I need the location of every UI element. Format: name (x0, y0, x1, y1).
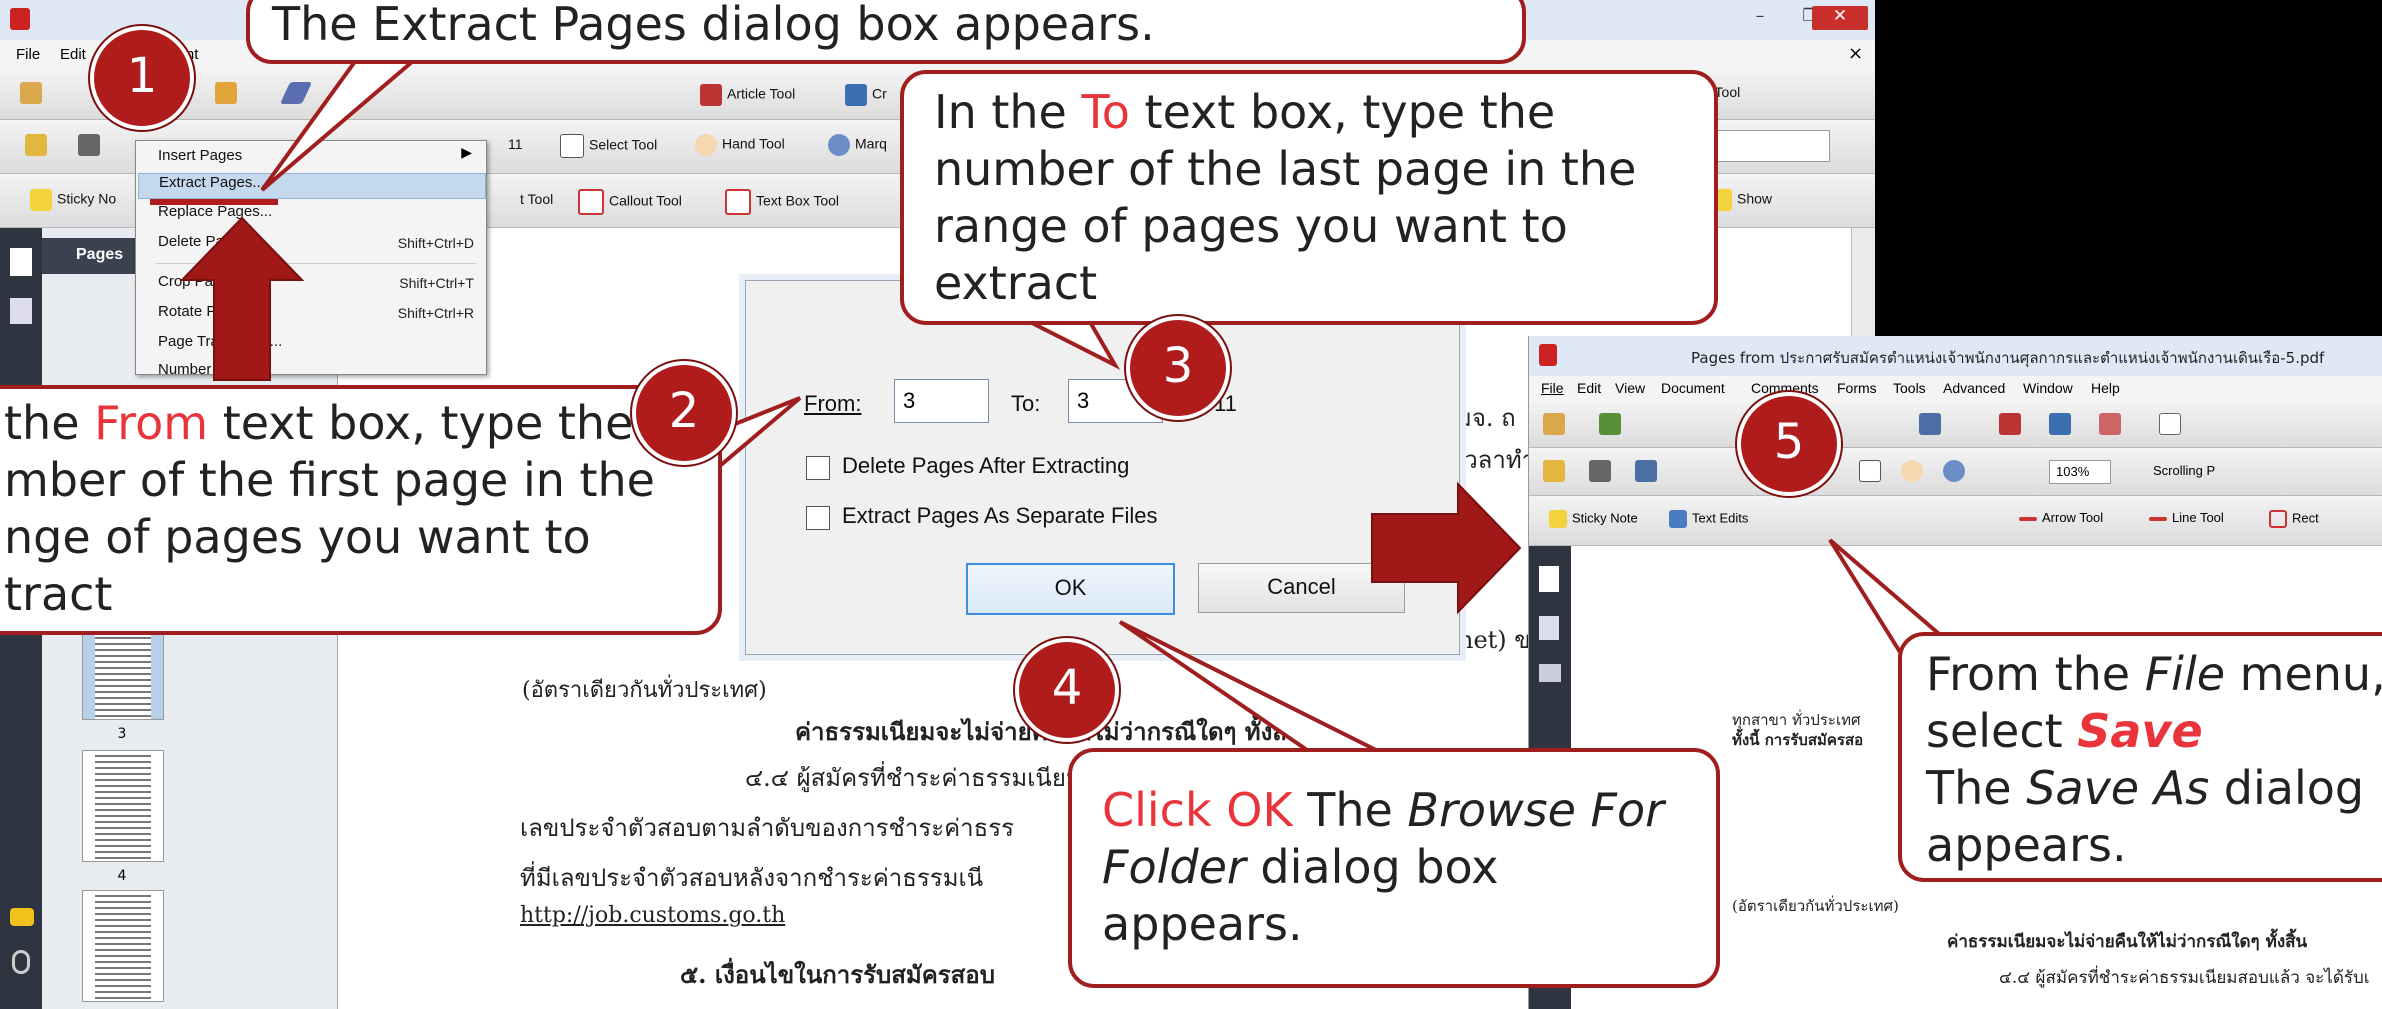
callout-3-line-2: number of the last page in the (934, 142, 1637, 196)
callout-5-highlight: Save (2077, 704, 2203, 758)
callout-3-line-3: range of pages you want to (934, 199, 1568, 253)
step-badge-5: 5 (1737, 392, 1841, 496)
callout-5-text: menu, (2225, 647, 2382, 701)
callout-5-text: select (1926, 704, 2078, 758)
callout-5-line-4: appears. (1926, 818, 2127, 872)
callout-5: From the File menu, select Save The Save… (1898, 632, 2382, 882)
callout-5-text: The (1926, 761, 2027, 815)
callout-5-italic: File (2144, 647, 2226, 701)
callout-2-line-1: the From text box, type the (4, 395, 633, 452)
callout-2-highlight: From (94, 396, 209, 450)
callout-4-line-3: appears. (1102, 897, 1303, 951)
callout-5-italic: Save As (2026, 761, 2210, 815)
callout-4-italic: Browse For (1407, 783, 1665, 837)
callout-1-text: The Extract Pages dialog box appears. (272, 0, 1155, 51)
callout-5-text: From the (1926, 647, 2145, 701)
step-badge-3: 3 (1126, 316, 1230, 420)
step-badge-1: 1 (90, 26, 194, 130)
up-arrow-icon (179, 216, 305, 381)
callout-4: Click OK The Browse For Folder dialog bo… (1068, 748, 1720, 988)
callout-1: The Extract Pages dialog box appears. (246, 0, 1526, 64)
callout-2-line-2: mber of the first page in the (4, 453, 655, 507)
callout-4-text: The (1292, 783, 1408, 837)
callout-3-pointer (1029, 320, 1121, 370)
callout-2-text: the (4, 396, 95, 450)
callout-3-highlight: To (1081, 85, 1130, 139)
callout-4-text: dialog box (1245, 840, 1499, 894)
step-badge-2: 2 (632, 361, 736, 465)
callout-3-line-1: In the To text box, type the (934, 84, 1555, 141)
callout-2-line-4: tract (4, 567, 113, 621)
callout-3-text: text box, type the (1129, 85, 1556, 139)
callout-4-pointer (1118, 620, 1381, 754)
callout-5-line-1: From the File menu, (1926, 646, 2382, 703)
callout-5-line-3: The Save As dialog (1926, 760, 2364, 817)
callout-4-line-1: Click OK The Browse For (1102, 782, 1664, 839)
step-badge-4: 4 (1015, 638, 1119, 742)
callout-3-text: In the (934, 85, 1082, 139)
right-arrow-icon (1371, 481, 1522, 615)
callout-4-italic: Folder (1102, 840, 1246, 894)
callout-4-line-2: Folder dialog box (1102, 839, 1498, 896)
callout-2-line-3: nge of pages you want to (4, 510, 591, 564)
callout-2: the From text box, type the mber of the … (0, 385, 722, 635)
callout-2-text: text box, type the (208, 396, 634, 450)
callout-3: In the To text box, type the number of t… (900, 70, 1718, 325)
callout-5-line-2: select Save (1926, 703, 2203, 760)
callout-3-line-4: extract (934, 256, 1098, 310)
callout-5-text: dialog (2209, 761, 2365, 815)
callout-4-highlight: Click OK (1102, 783, 1293, 837)
